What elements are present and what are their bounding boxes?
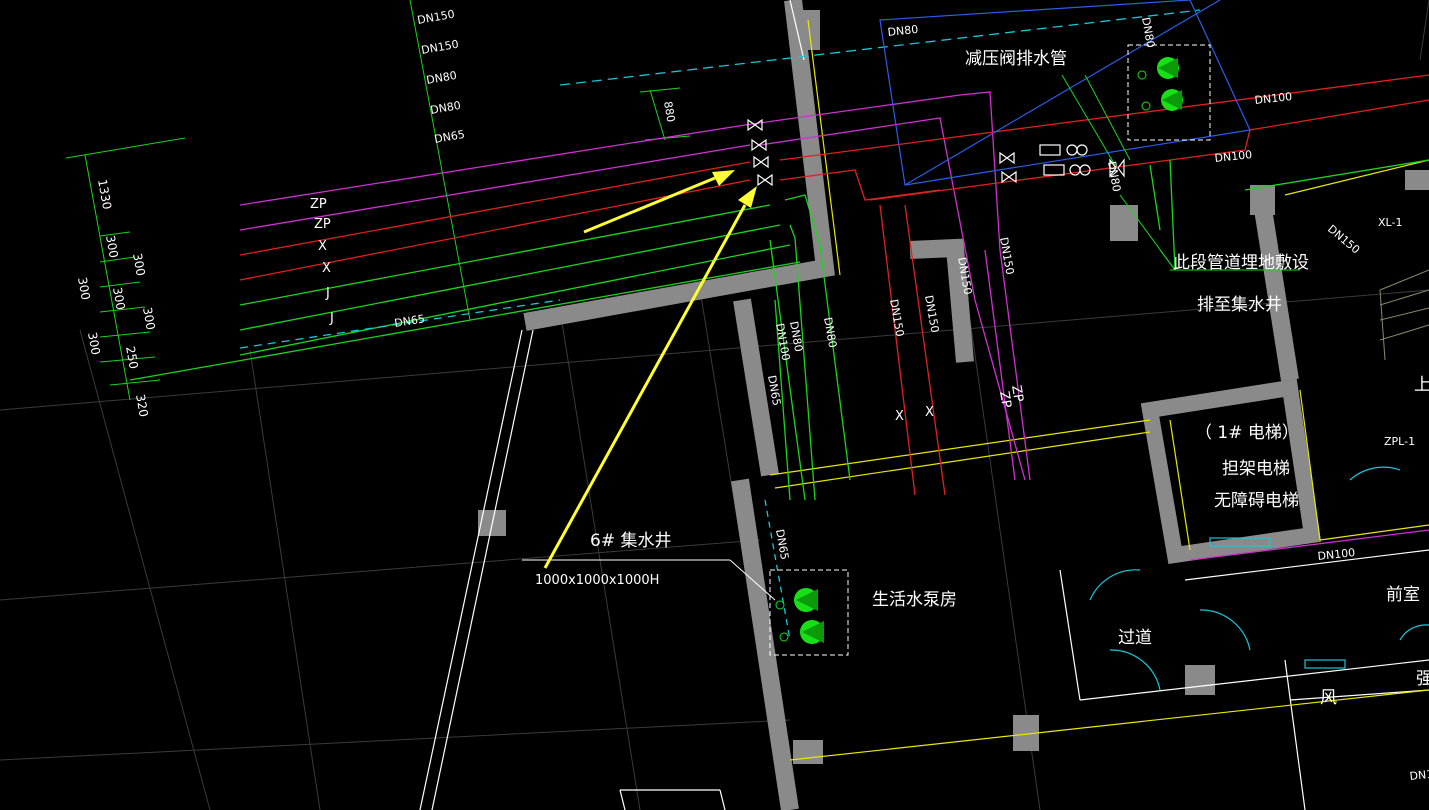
pump-room-dn65-label: DN65 — [773, 528, 791, 560]
pipe-type-labels: ZP ZP X X J J X X ZP ZP — [310, 197, 1026, 424]
right-dn100-top-label: DN100 — [1254, 90, 1293, 107]
dimension-labels: 1330 300 300 300 300 300 300 250 320 — [75, 178, 158, 418]
lobby-dn100-label: DN100 — [1317, 546, 1356, 563]
up-partial-label: 上 — [1414, 375, 1429, 395]
dim-300-label-b: 300 — [130, 252, 148, 277]
mid-x-label-1: X — [895, 409, 904, 424]
room-labels: 减压阀排水管 此段管道埋地敷设 排至集水井 （ 1# 电梯） 担架电梯 无障碍电… — [590, 49, 1429, 708]
riser-dn80-label-a: DN80 — [425, 69, 457, 87]
elevator-label-1: （ 1# 电梯） — [1195, 423, 1299, 443]
pipe-zp-label-2: ZP — [314, 217, 331, 232]
mid-dn150-label-a: DN150 — [887, 298, 906, 337]
wall-dn80-label-b: DN80 — [821, 316, 839, 348]
stair-outline — [1379, 269, 1429, 361]
riser-dn150-label-a: DN150 — [416, 8, 455, 27]
pump-room-label: 生活水泵房 — [872, 590, 957, 610]
riser-dn80-label-b: DN80 — [429, 99, 461, 117]
yellow-wall-lines — [769, 19, 1429, 761]
elevator-label-3: 无障碍电梯 — [1214, 491, 1299, 511]
pipe-x-label-1: X — [318, 239, 327, 254]
pump-room-pump-set[interactable] — [769, 569, 849, 656]
mid-dn150-label-b: DN150 — [922, 294, 941, 333]
riser-dn65-label: DN65 — [433, 128, 465, 146]
mid-dn150-label-d: DN150 — [997, 236, 1016, 275]
dimension-lines — [65, 0, 691, 401]
xl1-label: XL-1 — [1378, 216, 1402, 229]
main-dn65-label: DN65 — [393, 312, 425, 330]
pipe-j-label-1: J — [325, 286, 330, 301]
dim-300-label-e: 300 — [140, 306, 158, 331]
diag-dn150-label: DN150 — [1325, 222, 1362, 256]
prv-drain-label: 减压阀排水管 — [965, 49, 1067, 69]
cad-drawing-canvas[interactable]: DN150 DN150 DN80 DN80 DN65 880 DN65 DN80… — [0, 0, 1429, 810]
front-room-label: 前室 — [1386, 585, 1420, 605]
dim-300-label-a: 300 — [103, 234, 121, 259]
zpl1-label: ZPL-1 — [1384, 435, 1415, 448]
vert-dn80-label-a: DN80 — [1139, 16, 1157, 48]
wind-label: 风 — [1320, 688, 1337, 708]
strong-label: 强 — [1416, 669, 1429, 689]
annotation-arrows — [543, 170, 757, 569]
top-dn80-label: DN80 — [887, 23, 919, 39]
pipe-j-label-2: J — [329, 311, 334, 326]
mid-zp-label-2: ZP — [1008, 384, 1026, 403]
top-pump-set[interactable] — [1127, 44, 1211, 141]
buried-pipe-note-2: 排至集水井 — [1197, 295, 1282, 315]
dim-320-label: 320 — [133, 393, 151, 418]
right-dn100-label-2: DN100 — [1214, 148, 1253, 165]
dim-1330-label: 1330 — [95, 178, 114, 211]
dim-300-label-c: 300 — [75, 276, 93, 301]
elevator-label-2: 担架电梯 — [1222, 459, 1290, 479]
mid-x-label-2: X — [925, 405, 934, 420]
pipe-x-label-2: X — [322, 261, 331, 276]
sump-title: 6# 集水井 — [590, 531, 671, 551]
bottom-dn1-label: DN1 — [1409, 768, 1429, 783]
dim-300-label-f: 300 — [85, 331, 103, 356]
corridor-label: 过道 — [1118, 628, 1152, 648]
dim-880-label: 880 — [661, 100, 677, 123]
riser-dn150-label-b: DN150 — [420, 38, 459, 57]
sump-size-label: 1000x1000x1000H — [535, 573, 659, 588]
pipe-zp-label-1: ZP — [310, 197, 327, 212]
buried-pipe-note-1: 此段管道埋地敷设 — [1173, 253, 1309, 273]
dim-250-label: 250 — [123, 345, 141, 370]
